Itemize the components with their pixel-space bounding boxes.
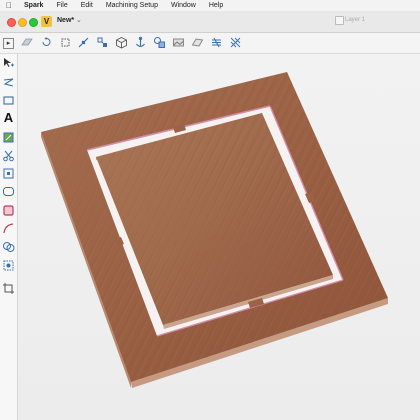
layer-visibility-icon[interactable] (335, 16, 344, 25)
array-icon[interactable] (2, 259, 15, 272)
layer-label[interactable]: Layer 1 (345, 17, 365, 23)
toggle-panel-icon[interactable]: ▸ (3, 38, 14, 49)
scissors-icon[interactable] (2, 149, 15, 162)
title-chevron-icon[interactable]: ⌄ (76, 16, 82, 24)
viewport-canvas (41, 72, 388, 388)
node-edit-icon[interactable] (96, 36, 109, 49)
curve-icon[interactable] (2, 222, 15, 235)
app-logo-icon: V (41, 16, 52, 27)
minimize-window-button[interactable] (18, 18, 27, 27)
weld-shapes-icon[interactable] (2, 240, 15, 253)
node-select-icon[interactable] (2, 167, 15, 180)
transform-icon[interactable] (77, 36, 90, 49)
toolpath-pattern-icon[interactable] (229, 36, 242, 49)
text-tool-icon[interactable]: A (2, 111, 15, 124)
left-toolbar: A (0, 54, 18, 420)
menu-window[interactable]: Window (171, 0, 196, 11)
menu-help[interactable]: Help (209, 0, 223, 11)
group-shapes-icon[interactable] (153, 36, 166, 49)
image-icon[interactable] (172, 36, 185, 49)
iso-view-icon[interactable] (20, 36, 33, 49)
menu-app-name[interactable]: Spark (24, 0, 43, 11)
zoom-window-button[interactable] (29, 18, 38, 27)
close-window-button[interactable] (7, 18, 16, 27)
select-move-icon[interactable] (2, 56, 15, 69)
boolean-shape-icon[interactable] (2, 204, 15, 217)
apple-menu-icon[interactable]:  (6, 0, 16, 11)
surface-icon[interactable] (191, 36, 204, 49)
frame-icon[interactable] (59, 36, 72, 49)
window-title-bar: V New* ⌄ Layer 1 (0, 11, 420, 33)
toolpath-hatch-icon[interactable] (210, 36, 223, 49)
menu-edit[interactable]: Edit (81, 0, 93, 11)
document-title[interactable]: New* (57, 17, 74, 24)
rectangle-icon[interactable] (2, 94, 15, 107)
3d-viewport[interactable] (18, 54, 420, 420)
3d-box-icon[interactable] (115, 36, 128, 49)
draw-line-icon[interactable] (2, 76, 15, 89)
menu-file[interactable]: File (56, 0, 67, 11)
fill-icon[interactable] (2, 131, 15, 144)
crop-icon[interactable] (2, 282, 15, 295)
anchor-icon[interactable] (134, 36, 147, 49)
offset-icon[interactable] (2, 185, 15, 198)
menu-machining-setup[interactable]: Machining Setup (106, 0, 158, 11)
top-toolbar: ▸ (0, 33, 420, 54)
rotate-icon[interactable] (40, 36, 53, 49)
